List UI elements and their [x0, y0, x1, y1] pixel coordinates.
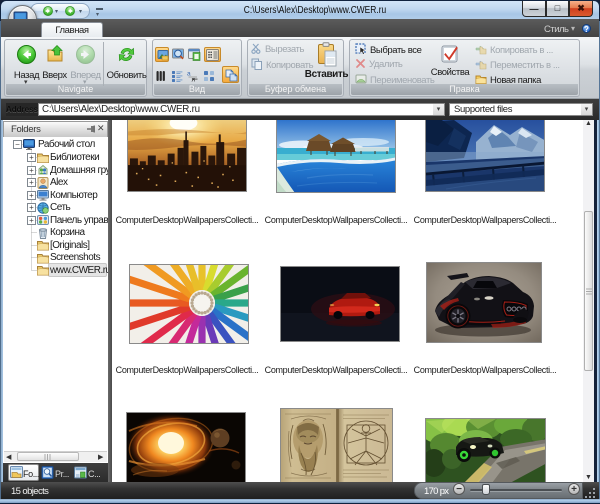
- svg-text:a: a: [187, 71, 191, 78]
